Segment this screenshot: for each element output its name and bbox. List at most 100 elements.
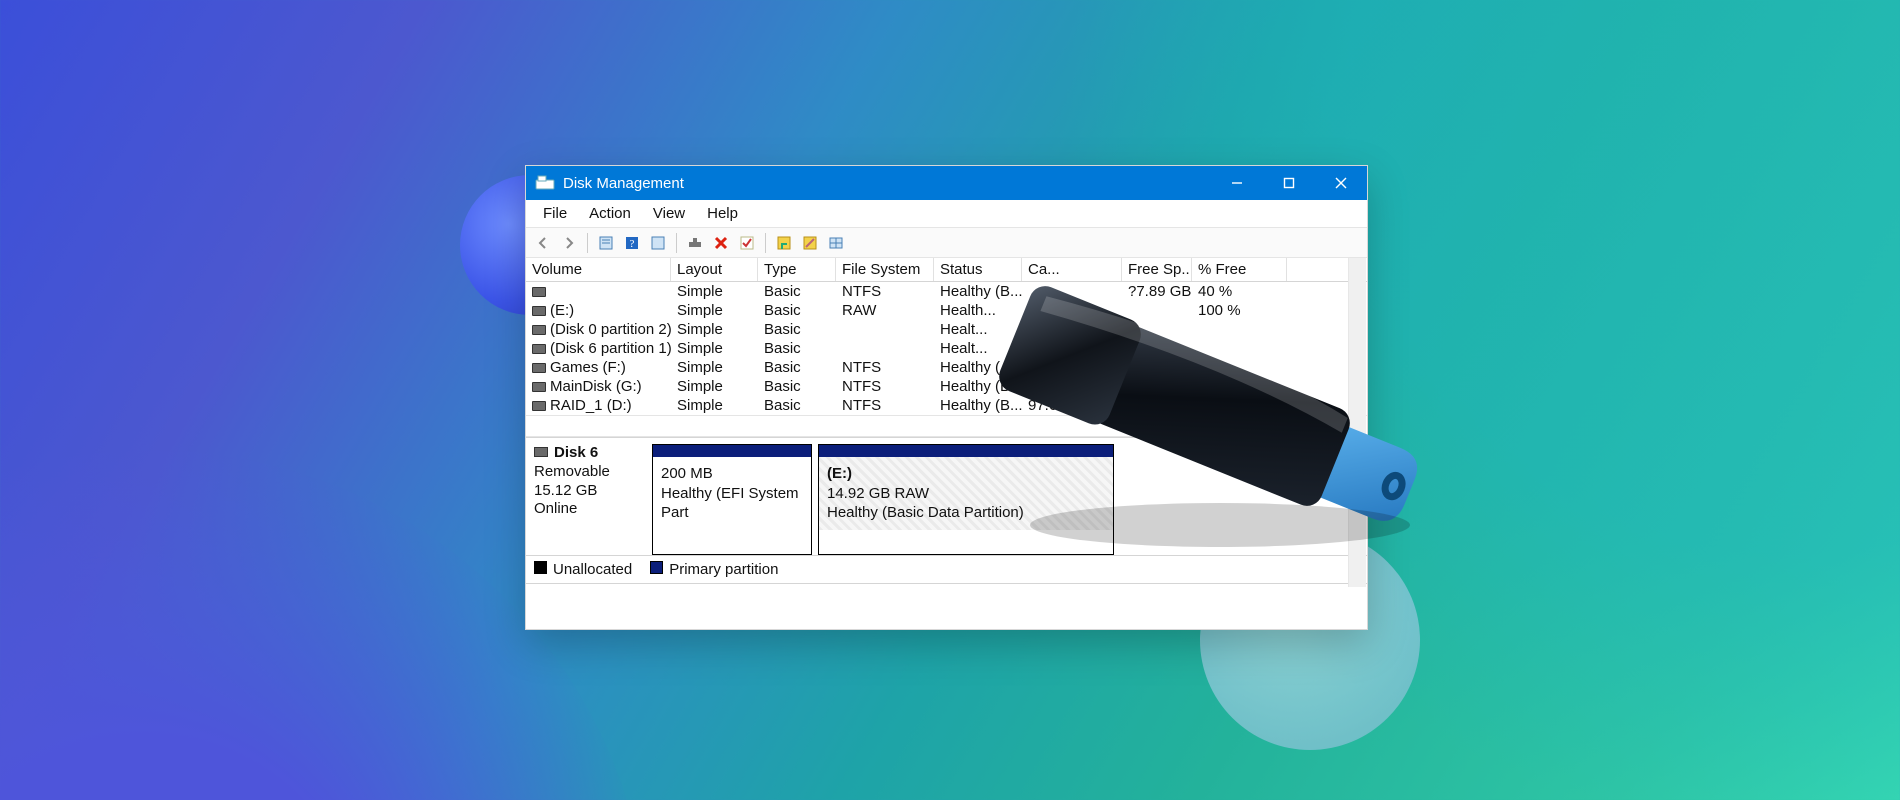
cell-status: Healt... — [934, 340, 1022, 357]
legend: Unallocated Primary partition — [526, 555, 1367, 583]
minimize-button[interactable] — [1211, 166, 1263, 200]
cell-layout: Simple — [671, 340, 758, 357]
app-icon — [535, 175, 555, 191]
disk-graphical-view: Disk 6 Removable 15.12 GB Online 200 MB … — [526, 437, 1367, 555]
disk-size: 15.12 GB — [534, 482, 646, 501]
table-row[interactable]: (E:)SimpleBasicRAWHealth...100 % — [526, 301, 1367, 320]
table-row[interactable]: (Disk 6 partition 1)SimpleBasic Healt... — [526, 339, 1367, 358]
cell-layout: Simple — [671, 397, 758, 414]
delete-icon[interactable] — [710, 232, 732, 254]
disk-state: Online — [534, 500, 646, 519]
back-icon[interactable] — [532, 232, 554, 254]
col-pct-free[interactable]: % Free — [1192, 258, 1287, 281]
cell-status: Healthy (B... — [934, 283, 1022, 300]
properties-icon[interactable] — [595, 232, 617, 254]
partition-size: 200 MB — [661, 464, 803, 484]
volume-name: RAID_1 (D:) — [550, 397, 632, 414]
cell-status: Healthy (B... — [934, 378, 1022, 395]
table-row[interactable]: RAID_1 (D:)SimpleBasicNTFSHealthy (B...9… — [526, 396, 1367, 415]
partition-2[interactable]: (E:) 14.92 GB RAW Healthy (Basic Data Pa… — [818, 444, 1114, 555]
volume-icon — [532, 306, 546, 316]
volume-list-header[interactable]: Volume Layout Type File System Status Ca… — [526, 258, 1367, 282]
cell-layout: Simple — [671, 283, 758, 300]
swatch-primary — [650, 561, 663, 574]
col-filesystem[interactable]: File System — [836, 258, 934, 281]
partition-status: Healthy (Basic Data Partition) — [827, 503, 1105, 523]
volume-name: Games (F:) — [550, 359, 626, 376]
partition-1[interactable]: 200 MB Healthy (EFI System Part — [652, 444, 812, 555]
volume-list: Volume Layout Type File System Status Ca… — [526, 258, 1367, 415]
cell-fs: NTFS — [836, 397, 934, 414]
cell-free: ?7.89 GB — [1122, 283, 1192, 300]
cell-status: Healthy (B... — [934, 397, 1022, 414]
cell-status: Health... — [934, 302, 1022, 319]
legend-primary: Primary partition — [669, 561, 778, 578]
menu-file[interactable]: File — [532, 205, 578, 222]
cell-type: Basic — [758, 283, 836, 300]
swatch-unallocated — [534, 561, 547, 574]
cell-type: Basic — [758, 359, 836, 376]
toolbar: ? — [526, 228, 1367, 258]
disk-kind: Removable — [534, 463, 646, 482]
volume-name: (E:) — [550, 302, 574, 319]
cell-type: Basic — [758, 340, 836, 357]
col-layout[interactable]: Layout — [671, 258, 758, 281]
volume-icon — [532, 401, 546, 411]
refresh-icon[interactable] — [647, 232, 669, 254]
cell-layout: Simple — [671, 378, 758, 395]
cell-fs: NTFS — [836, 359, 934, 376]
cell-pct: 100 % — [1192, 302, 1287, 319]
cell-capacity: 97.66 ... — [1022, 397, 1122, 414]
partition-status: Healthy (EFI System Part — [661, 484, 803, 523]
volume-icon — [532, 363, 546, 373]
connect-icon[interactable] — [684, 232, 706, 254]
cell-fs: NTFS — [836, 378, 934, 395]
col-type[interactable]: Type — [758, 258, 836, 281]
col-status[interactable]: Status — [934, 258, 1022, 281]
disk-info[interactable]: Disk 6 Removable 15.12 GB Online — [534, 444, 646, 555]
close-button[interactable] — [1315, 166, 1367, 200]
table-row[interactable]: (Disk 0 partition 2)SimpleBasicHealt... — [526, 320, 1367, 339]
edit-icon[interactable] — [799, 232, 821, 254]
grid-icon[interactable] — [825, 232, 847, 254]
cell-pct: 40 % — [1192, 283, 1287, 300]
menu-view[interactable]: View — [642, 205, 696, 222]
table-row[interactable]: MainDisk (G:) SimpleBasicNTFSHealthy (B..… — [526, 377, 1367, 396]
vertical-scrollbar[interactable] — [1348, 258, 1366, 587]
maximize-button[interactable] — [1263, 166, 1315, 200]
svg-text:?: ? — [630, 238, 635, 250]
disk-management-window: Disk Management File Action View Help ? … — [525, 165, 1368, 630]
new-icon[interactable] — [773, 232, 795, 254]
table-row[interactable]: SimpleBasicNTFSHealthy (B... ?7.89 GB40 % — [526, 282, 1367, 301]
cell-status: Healthy (... — [934, 359, 1022, 376]
window-title: Disk Management — [563, 175, 684, 192]
volume-name: (Disk 6 partition 1) — [550, 340, 671, 357]
cell-fs: NTFS — [836, 283, 934, 300]
cell-layout: Simple — [671, 302, 758, 319]
menu-help[interactable]: Help — [696, 205, 749, 222]
partition-label: (E:) — [827, 465, 852, 482]
col-free-space[interactable]: Free Sp... — [1122, 258, 1192, 281]
status-bar — [526, 583, 1367, 603]
disk-icon — [534, 447, 548, 457]
cell-fs: RAW — [836, 302, 934, 319]
menu-action[interactable]: Action — [578, 205, 642, 222]
cell-type: Basic — [758, 321, 836, 338]
volume-icon — [532, 382, 546, 392]
titlebar[interactable]: Disk Management — [526, 166, 1367, 200]
help-icon[interactable]: ? — [621, 232, 643, 254]
volume-icon — [532, 287, 546, 297]
col-capacity[interactable]: Ca... — [1022, 258, 1122, 281]
volume-name: MainDisk (G:) — [550, 378, 642, 395]
table-row[interactable]: Games (F:)SimpleBasicNTFSHealthy (... — [526, 358, 1367, 377]
disk-label: Disk 6 — [554, 444, 598, 461]
legend-unallocated: Unallocated — [553, 561, 632, 578]
partition-size: 14.92 GB RAW — [827, 484, 1105, 504]
volume-name: (Disk 0 partition 2) — [550, 321, 671, 338]
cell-type: Basic — [758, 378, 836, 395]
checklist-icon[interactable] — [736, 232, 758, 254]
forward-icon[interactable] — [558, 232, 580, 254]
volume-icon — [532, 325, 546, 335]
cell-status: Healt... — [934, 321, 1022, 338]
col-volume[interactable]: Volume — [526, 258, 671, 281]
